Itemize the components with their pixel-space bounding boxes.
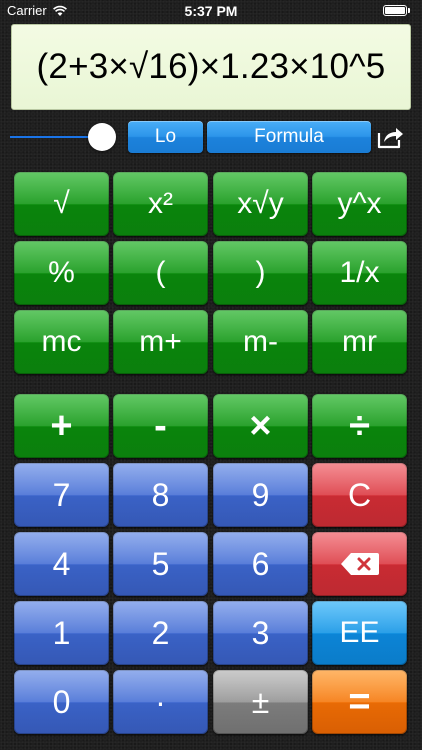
exponent-key[interactable]: EE [312,601,407,665]
key-label: m+ [139,325,182,358]
memory-add-key[interactable]: m+ [113,310,208,374]
key-label: · [155,683,166,720]
memory-recall-key[interactable]: mr [312,310,407,374]
status-time: 5:37 PM [184,3,238,19]
digit-4-key[interactable]: 4 [14,532,109,596]
key-label: 3 [251,614,270,651]
digit-9-key[interactable]: 9 [213,463,308,527]
battery-icon [383,5,407,16]
backspace-key[interactable] [312,532,407,596]
percent-key[interactable]: % [14,241,109,305]
power-key[interactable]: y^x [312,172,407,236]
key-label: x√y [237,187,284,220]
key-label: 2 [151,614,170,651]
nth-root-key[interactable]: x√y [213,172,308,236]
key-label: mc [41,325,82,358]
formula-button[interactable]: Formula [207,121,371,153]
equals-key[interactable]: = [312,670,407,734]
key-label: × [249,404,272,447]
minus-key[interactable]: - [113,394,208,458]
close-paren-key[interactable]: ) [213,241,308,305]
digit-8-key[interactable]: 8 [113,463,208,527]
formula-label: Formula [254,126,324,147]
digit-5-key[interactable]: 5 [113,532,208,596]
precision-slider[interactable] [10,121,118,153]
expression-display: (2+3×√16)×1.23×10^5 [11,24,411,110]
digit-0-key[interactable]: 0 [14,670,109,734]
key-label: EE [339,616,380,649]
clear-key[interactable]: C [312,463,407,527]
digit-1-key[interactable]: 1 [14,601,109,665]
key-label: ) [255,256,266,289]
share-icon[interactable] [376,125,404,149]
sqrt-key[interactable]: √ [14,172,109,236]
key-label: 7 [52,476,71,513]
key-label: 5 [151,545,170,582]
key-label: C [347,476,372,513]
reciprocal-key[interactable]: 1/x [312,241,407,305]
slider-thumb[interactable] [88,123,116,151]
memory-subtract-key[interactable]: m- [213,310,308,374]
key-label: x² [148,187,173,220]
digit-7-key[interactable]: 7 [14,463,109,527]
digit-3-key[interactable]: 3 [213,601,308,665]
digit-6-key[interactable]: 6 [213,532,308,596]
key-label: mr [342,325,377,358]
open-paren-key[interactable]: ( [113,241,208,305]
key-label: 0 [52,683,71,720]
key-label: m- [243,325,278,358]
key-label: ± [251,683,270,720]
sign-toggle-key[interactable]: ± [213,670,308,734]
key-label: √ [53,187,70,220]
key-label: 1 [52,614,71,651]
key-label: ÷ [349,404,370,447]
key-label: 8 [151,476,170,513]
expression-text: (2+3×√16)×1.23×10^5 [36,47,386,86]
square-key[interactable]: x² [113,172,208,236]
key-label: = [348,680,371,723]
lo-label: Lo [154,126,177,147]
multiply-key[interactable]: × [213,394,308,458]
battery-fill [385,7,405,14]
key-label: ( [155,256,166,289]
key-label: 6 [251,545,270,582]
plus-key[interactable]: + [14,394,109,458]
key-label: - [154,404,167,447]
key-label: y^x [337,187,382,220]
backspace-icon [340,553,379,575]
key-label: 4 [52,545,71,582]
memory-clear-key[interactable]: mc [14,310,109,374]
key-label: + [50,404,73,447]
lo-button[interactable]: Lo [128,121,203,153]
status-bar: Carrier 5:37 PM [0,0,422,22]
battery-tip [408,8,410,13]
digit-2-key[interactable]: 2 [113,601,208,665]
decimal-key[interactable]: · [113,670,208,734]
key-label: % [48,256,75,289]
divide-key[interactable]: ÷ [312,394,407,458]
key-label: 9 [251,476,270,513]
key-label: 1/x [339,256,380,289]
